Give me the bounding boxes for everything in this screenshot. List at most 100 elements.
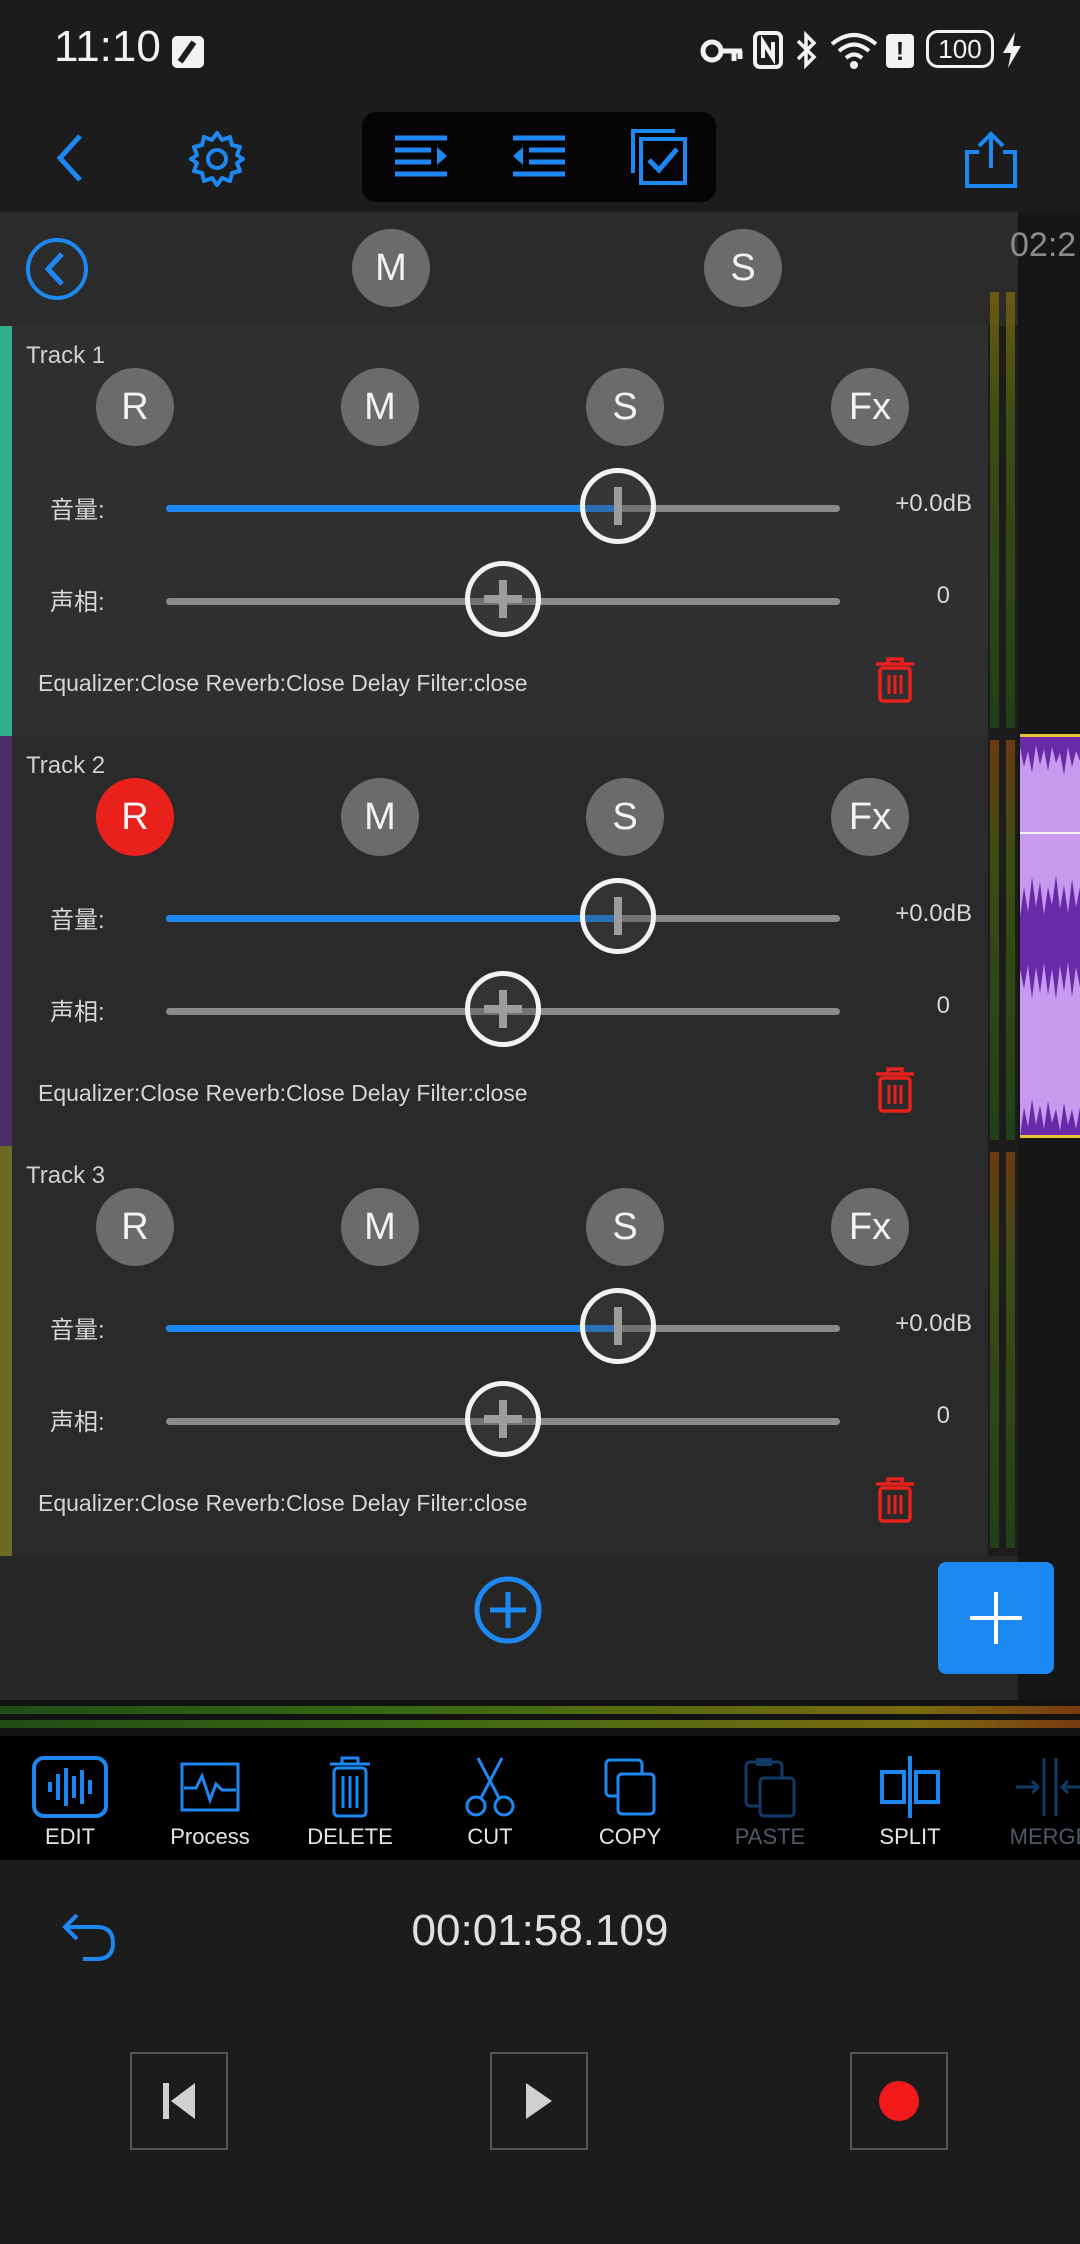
master-level-strip <box>0 1700 1080 1736</box>
record-arm-button[interactable]: R <box>96 368 174 446</box>
settings-button[interactable] <box>178 122 256 196</box>
nfc-icon <box>753 31 783 69</box>
expand-tracks-button[interactable] <box>382 122 460 192</box>
tool-label: MERGE <box>1009 1824 1080 1849</box>
volume-slider-thumb[interactable] <box>579 878 656 954</box>
delete-track-button[interactable] <box>874 1476 916 1524</box>
volume-slider[interactable] <box>166 1288 840 1364</box>
share-button[interactable] <box>954 120 1028 200</box>
volume-value: +0.0dB <box>895 900 972 927</box>
volume-label: 音量: <box>50 497 105 524</box>
collapse-tracks-button[interactable] <box>500 122 578 192</box>
tool-label: COPY <box>598 1824 662 1849</box>
level-meter-left <box>990 1152 999 1548</box>
indent-left-icon <box>513 135 565 177</box>
tool-label: Process <box>170 1824 250 1849</box>
pan-slider[interactable] <box>166 971 840 1047</box>
volume-slider[interactable] <box>166 878 840 954</box>
pan-slider-thumb[interactable] <box>465 1381 541 1457</box>
record-dot-icon <box>879 2081 919 2121</box>
effects-status: Equalizer:Close Reverb:Close Delay Filte… <box>38 1080 528 1106</box>
volume-slider-thumb[interactable] <box>579 1288 656 1364</box>
status-time: 11:10 <box>54 22 161 71</box>
vpn-key-icon <box>700 39 743 63</box>
tool-delete[interactable]: DELETE <box>290 1744 410 1854</box>
circle-arrow-left-icon <box>26 238 88 300</box>
track2-clip[interactable] <box>1020 734 1080 1138</box>
pan-slider-thumb[interactable] <box>465 971 541 1047</box>
solo-button[interactable]: S <box>586 1188 664 1266</box>
pan-value: 0 <box>936 582 950 609</box>
solo-button[interactable]: S <box>586 778 664 856</box>
trash-icon <box>876 1477 914 1523</box>
track-panel: Track 1 R M S Fx 音量: +0.0dB 声相: 0 Equali… <box>0 326 988 736</box>
trash-icon <box>876 1067 914 1113</box>
collapse-mixer-button[interactable] <box>24 236 90 302</box>
record-arm-button[interactable]: R <box>96 1188 174 1266</box>
level-meter-left <box>990 740 999 1140</box>
pan-slider[interactable] <box>166 1381 840 1457</box>
tool-merge[interactable]: MERGE <box>990 1744 1080 1854</box>
tool-copy[interactable]: COPY <box>570 1744 690 1854</box>
volume-value: +0.0dB <box>895 1310 972 1337</box>
volume-slider[interactable] <box>166 468 840 544</box>
copy-icon <box>590 1754 670 1820</box>
effects-status: Equalizer:Close Reverb:Close Delay Filte… <box>38 670 528 696</box>
back-button[interactable] <box>40 122 100 194</box>
tool-edit[interactable]: EDIT <box>10 1744 130 1854</box>
volume-label: 音量: <box>50 907 105 934</box>
volume-slider-fill <box>166 915 618 922</box>
checkbox-stack-icon <box>631 129 687 185</box>
scissors-icon <box>450 1754 530 1820</box>
wifi-icon <box>830 33 878 69</box>
volume-label: 音量: <box>50 1317 105 1344</box>
track-panel: Track 3 R M S Fx 音量: +0.0dB 声相: 0 Equali… <box>0 1146 988 1556</box>
share-icon <box>965 131 1017 188</box>
mute-button[interactable]: M <box>341 1188 419 1266</box>
delete-track-button[interactable] <box>874 1066 916 1114</box>
track-name: Track 2 <box>26 752 106 779</box>
add-clip-fab[interactable] <box>938 1562 1054 1674</box>
record-arm-button[interactable]: R <box>96 778 174 856</box>
trash-icon <box>310 1754 390 1820</box>
tool-cut[interactable]: CUT <box>430 1744 550 1854</box>
fx-button[interactable]: Fx <box>831 1188 909 1266</box>
timeline-peek[interactable] <box>1018 212 1080 1700</box>
pan-label: 声相: <box>50 1409 105 1436</box>
indent-right-icon <box>395 135 447 177</box>
pan-slider-thumb[interactable] <box>465 561 541 637</box>
solo-all-button[interactable]: S <box>704 229 782 307</box>
circle-plus-icon <box>474 1576 542 1644</box>
tool-label: EDIT <box>44 1824 96 1849</box>
solo-button[interactable]: S <box>586 368 664 446</box>
add-track-button[interactable] <box>472 1574 544 1646</box>
volume-slider-thumb[interactable] <box>579 468 656 544</box>
record-button[interactable] <box>850 2052 948 2150</box>
effects-status: Equalizer:Close Reverb:Close Delay Filte… <box>38 1490 528 1516</box>
trash-icon <box>876 657 914 703</box>
track-color-bar <box>0 1146 12 1556</box>
pan-label: 声相: <box>50 589 105 616</box>
pan-slider[interactable] <box>166 561 840 637</box>
tool-process[interactable]: Process <box>150 1744 270 1854</box>
level-meter-right <box>1006 740 1015 1140</box>
mixer-header <box>0 212 1018 326</box>
track-name: Track 1 <box>26 342 106 369</box>
mute-button[interactable]: M <box>341 778 419 856</box>
fx-button[interactable]: Fx <box>831 368 909 446</box>
bluetooth-icon <box>796 30 817 70</box>
tool-paste[interactable]: PASTE <box>710 1744 830 1854</box>
merge-icon <box>1010 1754 1080 1820</box>
paste-icon <box>730 1754 810 1820</box>
battery-indicator: 100 <box>926 30 994 68</box>
skip-to-start-button[interactable] <box>130 2052 228 2150</box>
waveform-preview <box>1020 737 1080 1135</box>
delete-track-button[interactable] <box>874 656 916 704</box>
mute-all-button[interactable]: M <box>352 229 430 307</box>
mute-button[interactable]: M <box>341 368 419 446</box>
select-all-button[interactable] <box>620 120 698 194</box>
level-meter-right <box>1006 1152 1015 1548</box>
play-button[interactable] <box>490 2052 588 2150</box>
tool-split[interactable]: SPLIT <box>850 1744 970 1854</box>
fx-button[interactable]: Fx <box>831 778 909 856</box>
